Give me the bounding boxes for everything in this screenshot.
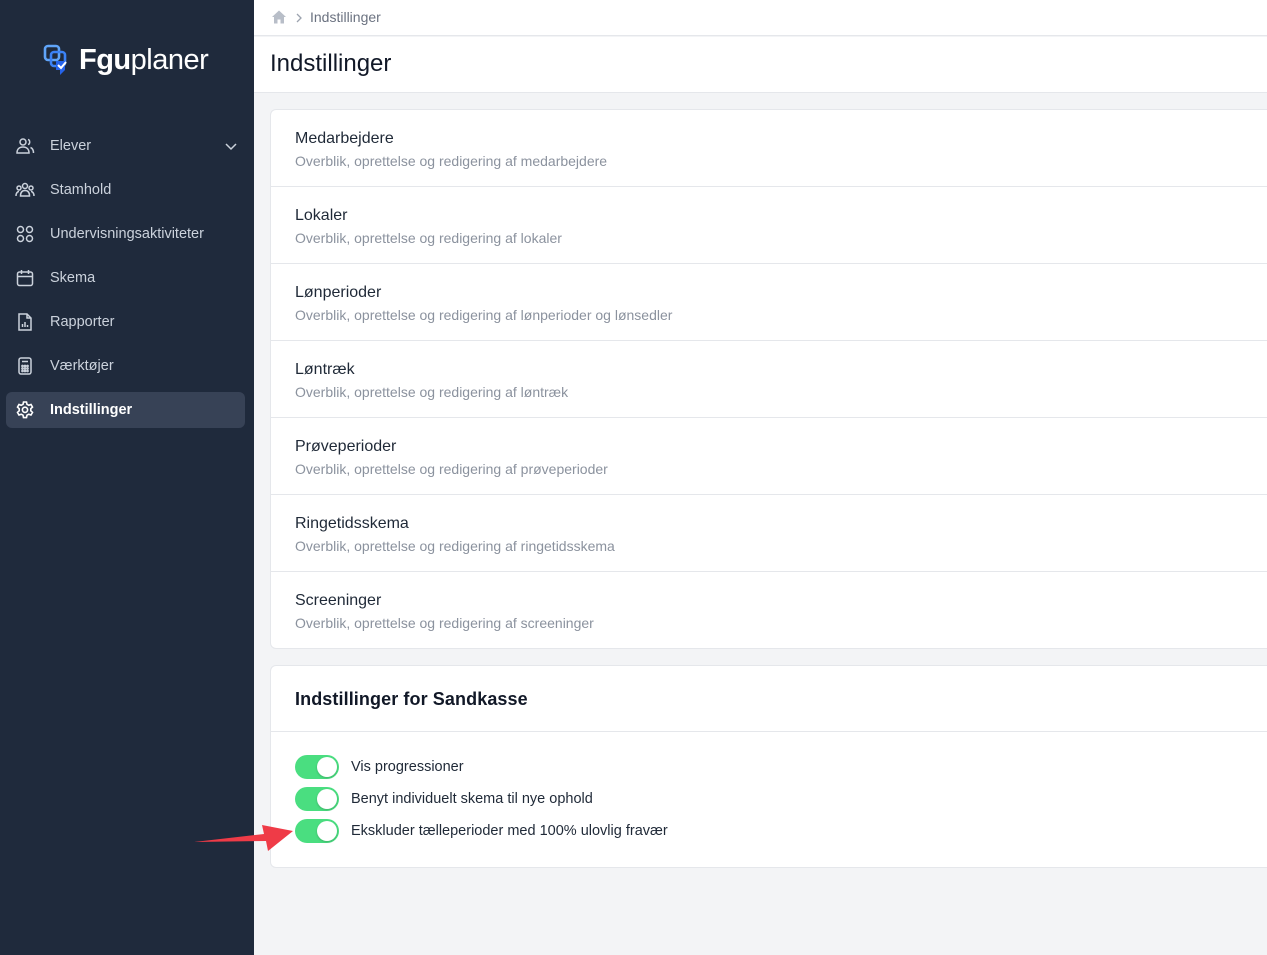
main-content: Indstillinger Indstillinger Medarbejdere… xyxy=(254,0,1267,955)
breadcrumb-current[interactable]: Indstillinger xyxy=(310,8,381,26)
breadcrumb: Indstillinger xyxy=(254,0,1267,36)
sidebar-item-label: Stamhold xyxy=(50,182,112,198)
list-item-title: Ringetidsskema xyxy=(295,515,409,532)
toggle-switch[interactable] xyxy=(295,819,339,843)
logo-bold-text: Fgu xyxy=(79,44,131,76)
list-item-description: Overblik, oprettelse og redigering af me… xyxy=(295,153,608,169)
sidebar-item-label: Værktøjer xyxy=(50,358,114,374)
chevron-down-icon[interactable] xyxy=(223,138,239,154)
sidebar-item-label: Rapporter xyxy=(50,314,115,330)
report-icon xyxy=(15,312,35,332)
list-item-title: Prøveperioder xyxy=(295,438,397,455)
chevron-right-icon xyxy=(293,11,305,23)
sidebar: Fguplaner Elever Stamhold Undervisningsa… xyxy=(0,0,254,955)
calendar-icon xyxy=(15,268,35,288)
sidebar-item-undervisningsaktiviteter[interactable]: Undervisningsaktiviteter xyxy=(6,216,245,252)
sidebar-item-rapporter[interactable]: Rapporter xyxy=(6,304,245,340)
logo-wordmark: Fguplaner xyxy=(79,42,209,78)
list-item-description: Overblik, oprettelse og redigering af lo… xyxy=(295,230,562,246)
toggle-label: Ekskluder tælleperioder med 100% ulovlig… xyxy=(351,823,668,839)
list-item-loentraek[interactable]: Løntræk Overblik, oprettelse og redigeri… xyxy=(271,341,1267,418)
list-item-title: Medarbejdere xyxy=(295,130,394,147)
toggle-knob xyxy=(317,757,337,777)
gear-icon xyxy=(15,400,35,420)
sidebar-item-stamhold[interactable]: Stamhold xyxy=(6,172,245,208)
toggle-knob xyxy=(317,789,337,809)
sidebar-item-vaerktoejer[interactable]: Værktøjer xyxy=(6,348,245,384)
grid-icon xyxy=(15,224,35,244)
sandbox-settings-header: Indstillinger for Sandkasse xyxy=(271,666,1267,732)
settings-list: Medarbejdere Overblik, oprettelse og red… xyxy=(270,109,1267,649)
sandbox-settings-title: Indstillinger for Sandkasse xyxy=(295,689,528,709)
list-item-title: Screeninger xyxy=(295,592,382,609)
list-item-description: Overblik, oprettelse og redigering af ri… xyxy=(295,538,615,554)
toggle-switch[interactable] xyxy=(295,787,339,811)
sidebar-item-label: Elever xyxy=(50,138,92,154)
list-item-proeveperioder[interactable]: Prøveperioder Overblik, oprettelse og re… xyxy=(271,418,1267,495)
page-header: Indstillinger xyxy=(254,37,1267,93)
list-item-ringetidsskema[interactable]: Ringetidsskema Overblik, oprettelse og r… xyxy=(271,495,1267,572)
toggle-switch[interactable] xyxy=(295,755,339,779)
annotation-arrow-icon xyxy=(194,825,293,851)
list-item-description: Overblik, oprettelse og redigering af lø… xyxy=(295,384,569,400)
list-item-screeninger[interactable]: Screeninger Overblik, oprettelse og redi… xyxy=(271,572,1267,648)
list-item-description: Overblik, oprettelse og redigering af lø… xyxy=(295,307,673,323)
sidebar-item-elever[interactable]: Elever xyxy=(6,128,245,164)
toggle-label: Benyt individuelt skema til nye ophold xyxy=(351,791,593,807)
toggle-knob xyxy=(317,821,337,841)
home-icon[interactable] xyxy=(271,9,287,25)
toggle-label: Vis progressioner xyxy=(351,759,464,775)
list-item-title: Løntræk xyxy=(295,361,355,378)
sidebar-item-indstillinger[interactable]: Indstillinger xyxy=(6,392,245,428)
list-item-description: Overblik, oprettelse og redigering af sc… xyxy=(295,615,594,631)
app-logo[interactable]: Fguplaner xyxy=(43,42,209,78)
logo-icon xyxy=(43,44,67,75)
list-item-title: Lønperioder xyxy=(295,284,382,301)
sidebar-item-label: Skema xyxy=(50,270,96,286)
list-item-description: Overblik, oprettelse og redigering af pr… xyxy=(295,461,608,477)
logo-light-text: planer xyxy=(130,44,209,76)
calculator-icon xyxy=(15,356,35,376)
page-title: Indstillinger xyxy=(270,50,392,77)
sidebar-item-skema[interactable]: Skema xyxy=(6,260,245,296)
list-item-lokaler[interactable]: Lokaler Overblik, oprettelse og redigeri… xyxy=(271,187,1267,264)
list-item-medarbejdere[interactable]: Medarbejdere Overblik, oprettelse og red… xyxy=(271,110,1267,187)
sidebar-item-label: Indstillinger xyxy=(50,402,133,418)
list-item-title: Lokaler xyxy=(295,207,348,224)
sandbox-settings-card: Indstillinger for Sandkasse Vis progress… xyxy=(270,665,1267,868)
team-icon xyxy=(15,180,35,200)
users-icon xyxy=(15,136,35,156)
list-item-loenperioder[interactable]: Lønperioder Overblik, oprettelse og redi… xyxy=(271,264,1267,341)
sidebar-nav: Elever Stamhold Undervisningsaktiviteter… xyxy=(6,128,245,436)
sidebar-item-label: Undervisningsaktiviteter xyxy=(50,226,204,242)
